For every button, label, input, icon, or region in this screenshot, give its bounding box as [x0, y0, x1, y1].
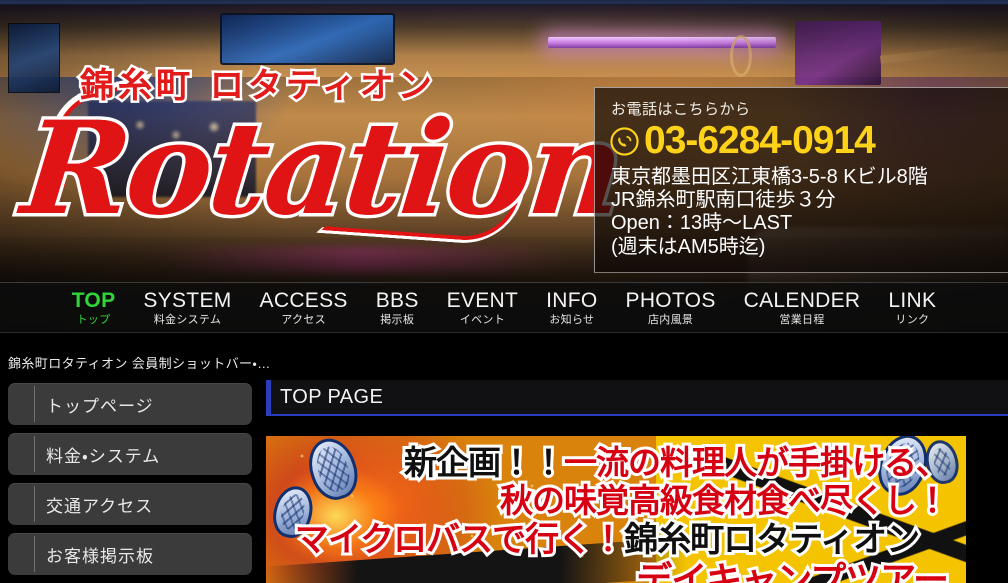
- nav-label-en: LINK: [888, 288, 937, 312]
- nav-item-calender[interactable]: CALENDER 営業日程: [730, 290, 875, 326]
- page-header: TOP PAGE: [266, 380, 1008, 416]
- sidebar-menu: トップページ 料金・システム 交通アクセス お客様掲示板: [8, 383, 252, 583]
- nav-item-bbs[interactable]: BBS 掲示板: [362, 290, 433, 326]
- nav-item-link[interactable]: LINK リンク: [874, 290, 950, 326]
- nav-label-en: EVENT: [446, 288, 519, 312]
- sidebar-item-label: 料金・システム: [46, 446, 161, 466]
- sidebar-item-bbs[interactable]: お客様掲示板: [8, 533, 252, 575]
- promo-line-1-black: 新企画！！: [401, 443, 568, 482]
- promo-line-1-red: 一流の料理人が手掛ける、: [561, 443, 952, 482]
- phone-circle-icon: [610, 127, 639, 156]
- phone-number-text: 03-6284-0914: [644, 119, 876, 162]
- page-title: TOP PAGE: [280, 385, 384, 408]
- site-tagline: 錦糸町ロタティオン 会員制ショットバー・…: [8, 356, 271, 371]
- nav-label-en: INFO: [546, 288, 598, 312]
- nav-label-ja: リンク: [895, 313, 930, 326]
- contact-address: 東京都墨田区江東橋3-5-8 Kビル8階: [611, 165, 928, 188]
- nav-label-ja: 店内風景: [647, 313, 694, 326]
- site-logo[interactable]: 錦糸町 ロタティオン 錦糸町 ロタティオン Rotation Rotation: [13, 50, 632, 270]
- contact-lead-text: お電話はこちらから: [611, 101, 751, 118]
- nav-label-ja: お知らせ: [549, 313, 595, 326]
- promo-line-4: デイキャンプツアー: [633, 560, 952, 583]
- nav-label-ja: アクセス: [281, 313, 326, 326]
- sidebar-item-label: 交通アクセス: [46, 496, 154, 516]
- nav-item-system[interactable]: SYSTEM 料金システム: [129, 290, 245, 326]
- sidebar-item-label: お客様掲示板: [46, 546, 154, 566]
- sidebar-item-access[interactable]: 交通アクセス: [8, 483, 252, 525]
- nav-item-info[interactable]: INFO お知らせ: [532, 290, 611, 326]
- nav-label-en: PHOTOS: [625, 288, 716, 312]
- page-root: 錦糸町 ロタティオン 錦糸町 ロタティオン Rotation Rotation …: [0, 0, 1008, 583]
- main-navigation: TOP トップ SYSTEM 料金システム ACCESS アクセス BBS 掲示…: [0, 282, 1008, 333]
- logo-script-text: Rotation: [16, 94, 628, 244]
- nav-label-ja: トップ: [76, 313, 111, 326]
- nav-label-en: CALENDER: [743, 288, 861, 312]
- promo-line-3-black: 錦糸町ロタティオン: [621, 520, 923, 560]
- nav-label-ja: イベント: [459, 313, 505, 326]
- promo-line-1: 新企画！！一流の料理人が手掛ける、: [401, 443, 952, 482]
- nav-label-en: SYSTEM: [143, 288, 232, 312]
- nav-label-ja: 料金システム: [153, 313, 222, 326]
- nav-item-top[interactable]: TOP トップ: [58, 290, 130, 326]
- nav-item-event[interactable]: EVENT イベント: [433, 290, 533, 326]
- contact-info-box: お電話はこちらから 03-6284-0914 東京都墨田区江東橋3-5-8 Kビ…: [594, 87, 1008, 273]
- sidebar-item-top-page[interactable]: トップページ: [8, 383, 252, 425]
- sidebar-item-label: トップページ: [46, 396, 154, 416]
- sidebar-item-price-system[interactable]: 料金・システム: [8, 433, 252, 475]
- nav-label-en: TOP: [71, 288, 116, 312]
- promo-line-2: 秋の味覚高級食材食べ尽くし！: [497, 481, 952, 520]
- contact-hours-note: (週末はAM5時迄): [611, 235, 766, 258]
- nav-item-photos[interactable]: PHOTOS 店内風景: [612, 290, 730, 326]
- promo-line-3-red: マイクロバスで行く！: [292, 520, 628, 560]
- nav-label-ja: 営業日程: [779, 313, 825, 326]
- nav-label-ja: 掲示板: [380, 313, 415, 326]
- phone-number-row[interactable]: 03-6284-0914: [609, 119, 1008, 162]
- promo-banner-text: 新企画！！一流の料理人が手掛ける、 秋の味覚高級食材食べ尽くし！ マイクロバスで…: [266, 436, 966, 583]
- nav-label-en: BBS: [375, 288, 419, 312]
- main-content: TOP PAGE 新企画！！一流の料理人が手掛ける、 秋の味覚高級食材食べ尽くし…: [266, 380, 1008, 583]
- contact-hours: Open：13時〜LAST: [611, 212, 793, 235]
- contact-access: JR錦糸町駅南口徒歩３分: [611, 189, 836, 212]
- promo-line-3: マイクロバスで行く！錦糸町ロタティオン: [292, 520, 923, 560]
- promo-banner[interactable]: 新企画！！一流の料理人が手掛ける、 秋の味覚高級食材食べ尽くし！ マイクロバスで…: [266, 436, 966, 583]
- nav-item-access[interactable]: ACCESS アクセス: [246, 290, 362, 326]
- nav-label-en: ACCESS: [259, 288, 348, 312]
